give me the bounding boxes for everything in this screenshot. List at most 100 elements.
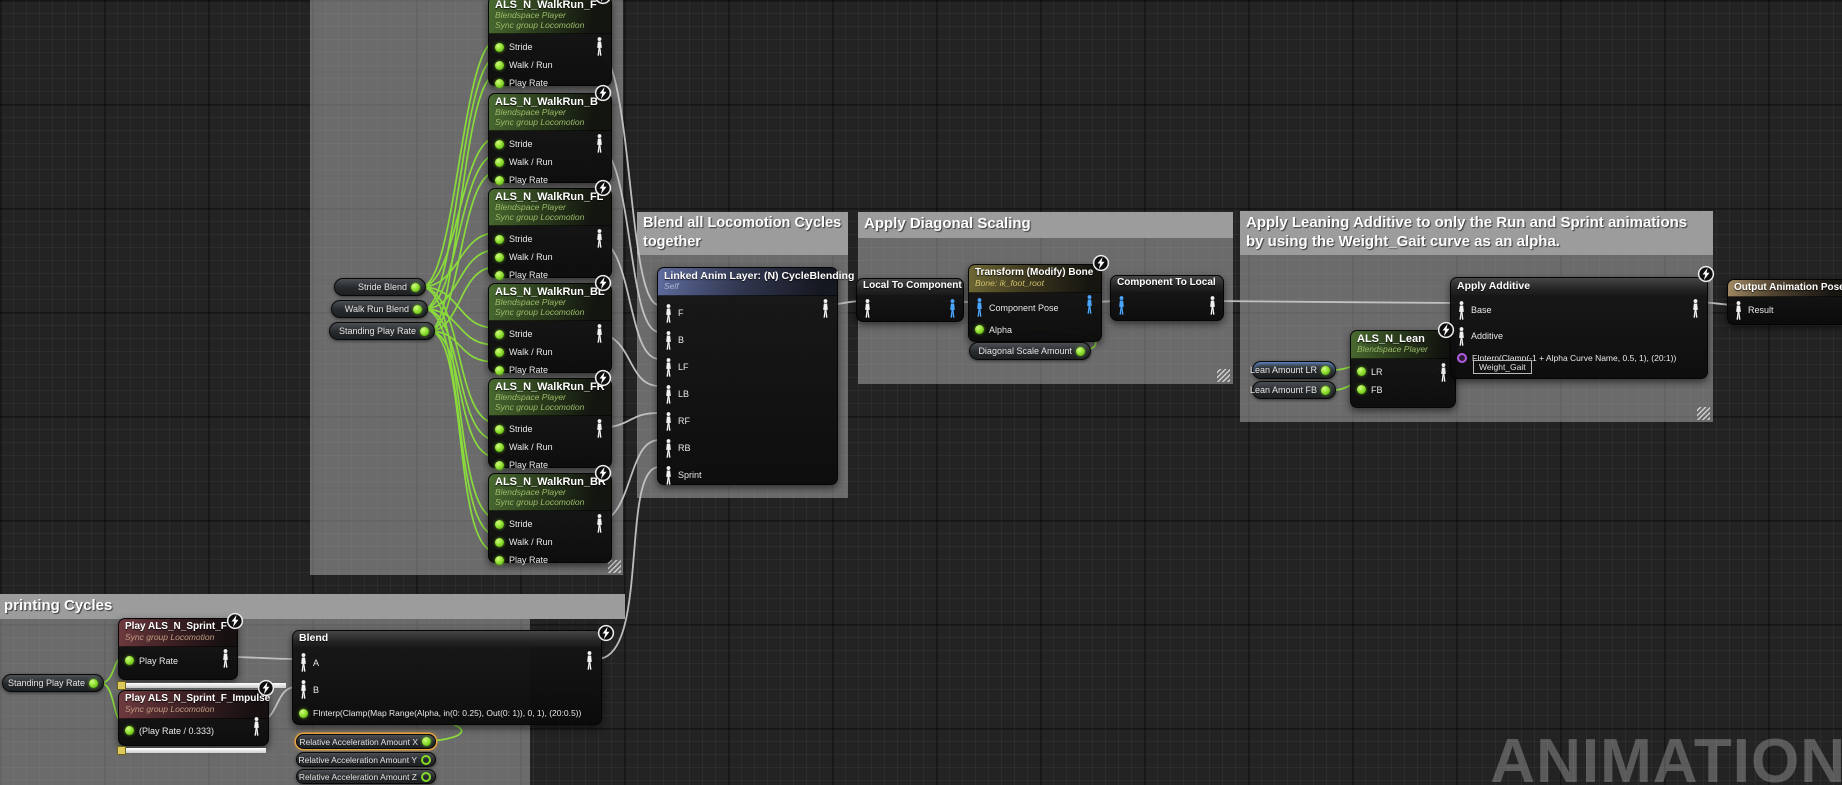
node-apply-additive[interactable]: Apply Additive Base Additive FInterp(Cla… <box>1450 277 1708 379</box>
float-pin-icon[interactable] <box>125 726 134 735</box>
pose-output-icon[interactable] <box>221 649 230 668</box>
float-pin-icon[interactable] <box>421 755 431 765</box>
float-pin-icon[interactable] <box>495 61 504 70</box>
pose-output-icon[interactable] <box>1439 363 1448 382</box>
pose-output-icon[interactable] <box>595 324 604 343</box>
pose-output-icon[interactable] <box>252 717 261 736</box>
pill-lean-amount-fb[interactable]: Lean Amount FB <box>1252 381 1336 399</box>
animgraph-canvas[interactable]: Blend all Locomotion Cycles together App… <box>0 0 1842 785</box>
pose-output-icon[interactable] <box>595 134 604 153</box>
float-pin-icon[interactable] <box>495 538 504 547</box>
curve-name-tag[interactable]: Weight_Gait <box>1473 360 1532 374</box>
pose-output-icon[interactable] <box>595 419 604 438</box>
node-header[interactable]: Play ALS_N_Sprint_F Sync group Locomotio… <box>119 619 237 647</box>
pose-pin-icon[interactable] <box>299 680 308 699</box>
node-play-als-n-sprint-f[interactable]: Play ALS_N_Sprint_F Sync group Locomotio… <box>118 618 238 680</box>
node-header[interactable]: ALS_N_WalkRun_BR Blendspace Player Sync … <box>489 474 611 511</box>
float-pin-icon[interactable] <box>420 327 429 336</box>
node-als-n-walkrun-b[interactable]: ALS_N_WalkRun_B Blendspace Player Sync g… <box>488 93 612 183</box>
node-header[interactable]: ALS_N_WalkRun_FL Blendspace Player Sync … <box>489 189 611 226</box>
node-header[interactable]: Play ALS_N_Sprint_F_Impulse Sync group L… <box>119 691 268 719</box>
pill-relative-acceleration-z[interactable]: Relative Acceleration Amount Z <box>296 769 436 784</box>
float-pin-icon[interactable] <box>495 43 504 52</box>
pose-output-icon[interactable] <box>595 37 604 56</box>
pose-pin-icon[interactable] <box>664 304 673 323</box>
float-pin-icon[interactable] <box>495 366 504 375</box>
float-pin-icon[interactable] <box>421 772 431 782</box>
pill-walk-run-blend[interactable]: Walk Run Blend <box>331 300 428 318</box>
pill-diagonal-scale-amount[interactable]: Diagonal Scale Amount <box>969 342 1091 360</box>
pill-standing-play-rate-sprint[interactable]: Standing Play Rate <box>2 674 104 692</box>
node-header[interactable]: ALS_N_WalkRun_BL Blendspace Player Sync … <box>489 284 611 321</box>
node-output-animation-pose[interactable]: Output Animation Pose Result <box>1727 279 1842 325</box>
pose-pin-icon[interactable] <box>1117 296 1126 315</box>
node-transform-modify-bone[interactable]: Transform (Modify) Bone Bone: ik_foot_ro… <box>968 264 1102 342</box>
float-pin-icon[interactable] <box>495 253 504 262</box>
node-header[interactable]: Blend <box>293 631 601 647</box>
float-pin-icon[interactable] <box>495 235 504 244</box>
node-linked-anim-layer-cycleblending[interactable]: Linked Anim Layer: (N) CycleBlending Sel… <box>657 267 838 485</box>
node-play-als-n-sprint-f-impulse[interactable]: Play ALS_N_Sprint_F_Impulse Sync group L… <box>118 690 269 746</box>
float-pin-icon[interactable] <box>299 709 308 718</box>
node-header[interactable]: Apply Additive <box>1451 278 1707 295</box>
float-pin-icon[interactable] <box>495 140 504 149</box>
pill-relative-acceleration-y[interactable]: Relative Acceleration Amount Y <box>296 752 436 767</box>
float-pin-icon[interactable] <box>495 271 504 280</box>
pose-pin-icon[interactable] <box>664 358 673 377</box>
pose-pin-icon[interactable] <box>975 298 984 317</box>
float-pin-icon[interactable] <box>495 158 504 167</box>
pill-standing-play-rate[interactable]: Standing Play Rate <box>329 322 435 340</box>
node-header[interactable]: Linked Anim Layer: (N) CycleBlending Sel… <box>658 268 837 296</box>
node-component-to-local[interactable]: Component To Local <box>1110 275 1224 321</box>
float-pin-icon[interactable] <box>1076 347 1085 356</box>
float-pin-icon[interactable] <box>1357 385 1366 394</box>
node-als-n-walkrun-fl[interactable]: ALS_N_WalkRun_FL Blendspace Player Sync … <box>488 188 612 278</box>
float-pin-icon[interactable] <box>413 305 422 314</box>
float-pin-icon[interactable] <box>495 348 504 357</box>
pose-pin-icon[interactable] <box>664 385 673 404</box>
node-als-n-walkrun-br[interactable]: ALS_N_WalkRun_BR Blendspace Player Sync … <box>488 473 612 563</box>
float-pin-icon[interactable] <box>495 520 504 529</box>
float-pin-icon[interactable] <box>422 737 431 746</box>
float-pin-icon[interactable] <box>1357 367 1366 376</box>
float-pin-icon[interactable] <box>411 283 420 292</box>
float-pin-icon[interactable] <box>125 656 134 665</box>
node-header[interactable]: ALS_N_WalkRun_B Blendspace Player Sync g… <box>489 94 611 131</box>
pill-stride-blend[interactable]: Stride Blend <box>334 278 426 296</box>
float-pin-icon[interactable] <box>1321 386 1330 395</box>
float-pin-icon[interactable] <box>975 325 984 334</box>
pose-output-icon[interactable] <box>821 299 830 318</box>
pose-pin-icon[interactable] <box>1457 327 1466 346</box>
float-pin-icon[interactable] <box>89 679 98 688</box>
pose-output-icon[interactable] <box>1691 299 1700 318</box>
pill-lean-amount-lr[interactable]: Lean Amount LR <box>1252 361 1336 379</box>
node-als-n-lean[interactable]: ALS_N_Lean Blendspace Player LR FB <box>1350 330 1456 408</box>
node-blend[interactable]: Blend A B FInterp(Clamp(Map Range(Alpha,… <box>292 630 602 725</box>
pill-relative-acceleration-x[interactable]: Relative Acceleration Amount X <box>296 734 436 749</box>
pose-output-icon[interactable] <box>948 299 957 318</box>
alpha-curve-pin-icon[interactable] <box>1457 353 1467 363</box>
pose-output-icon[interactable] <box>1085 295 1094 314</box>
pose-pin-icon[interactable] <box>1457 301 1466 320</box>
pose-pin-icon[interactable] <box>299 653 308 672</box>
pose-pin-icon[interactable] <box>664 439 673 458</box>
node-header[interactable]: ALS_N_WalkRun_F Blendspace Player Sync g… <box>489 0 611 34</box>
node-als-n-walkrun-f[interactable]: ALS_N_WalkRun_F Blendspace Player Sync g… <box>488 0 612 86</box>
pose-pin-icon[interactable] <box>863 299 872 318</box>
node-header[interactable]: Transform (Modify) Bone Bone: ik_foot_ro… <box>969 265 1101 293</box>
node-header[interactable]: Output Animation Pose <box>1728 280 1842 297</box>
pose-pin-icon[interactable] <box>664 331 673 350</box>
float-pin-icon[interactable] <box>495 330 504 339</box>
pose-pin-icon[interactable] <box>1734 301 1743 320</box>
pose-output-icon[interactable] <box>595 229 604 248</box>
float-pin-icon[interactable] <box>495 461 504 470</box>
pose-pin-icon[interactable] <box>664 412 673 431</box>
float-pin-icon[interactable] <box>495 176 504 185</box>
pose-output-icon[interactable] <box>1208 296 1217 315</box>
node-als-n-walkrun-fr[interactable]: ALS_N_WalkRun_FR Blendspace Player Sync … <box>488 378 612 468</box>
pose-output-icon[interactable] <box>585 651 594 670</box>
float-pin-icon[interactable] <box>495 443 504 452</box>
node-local-to-component[interactable]: Local To Component <box>856 278 964 322</box>
float-pin-icon[interactable] <box>495 556 504 565</box>
pose-pin-icon[interactable] <box>664 466 673 485</box>
